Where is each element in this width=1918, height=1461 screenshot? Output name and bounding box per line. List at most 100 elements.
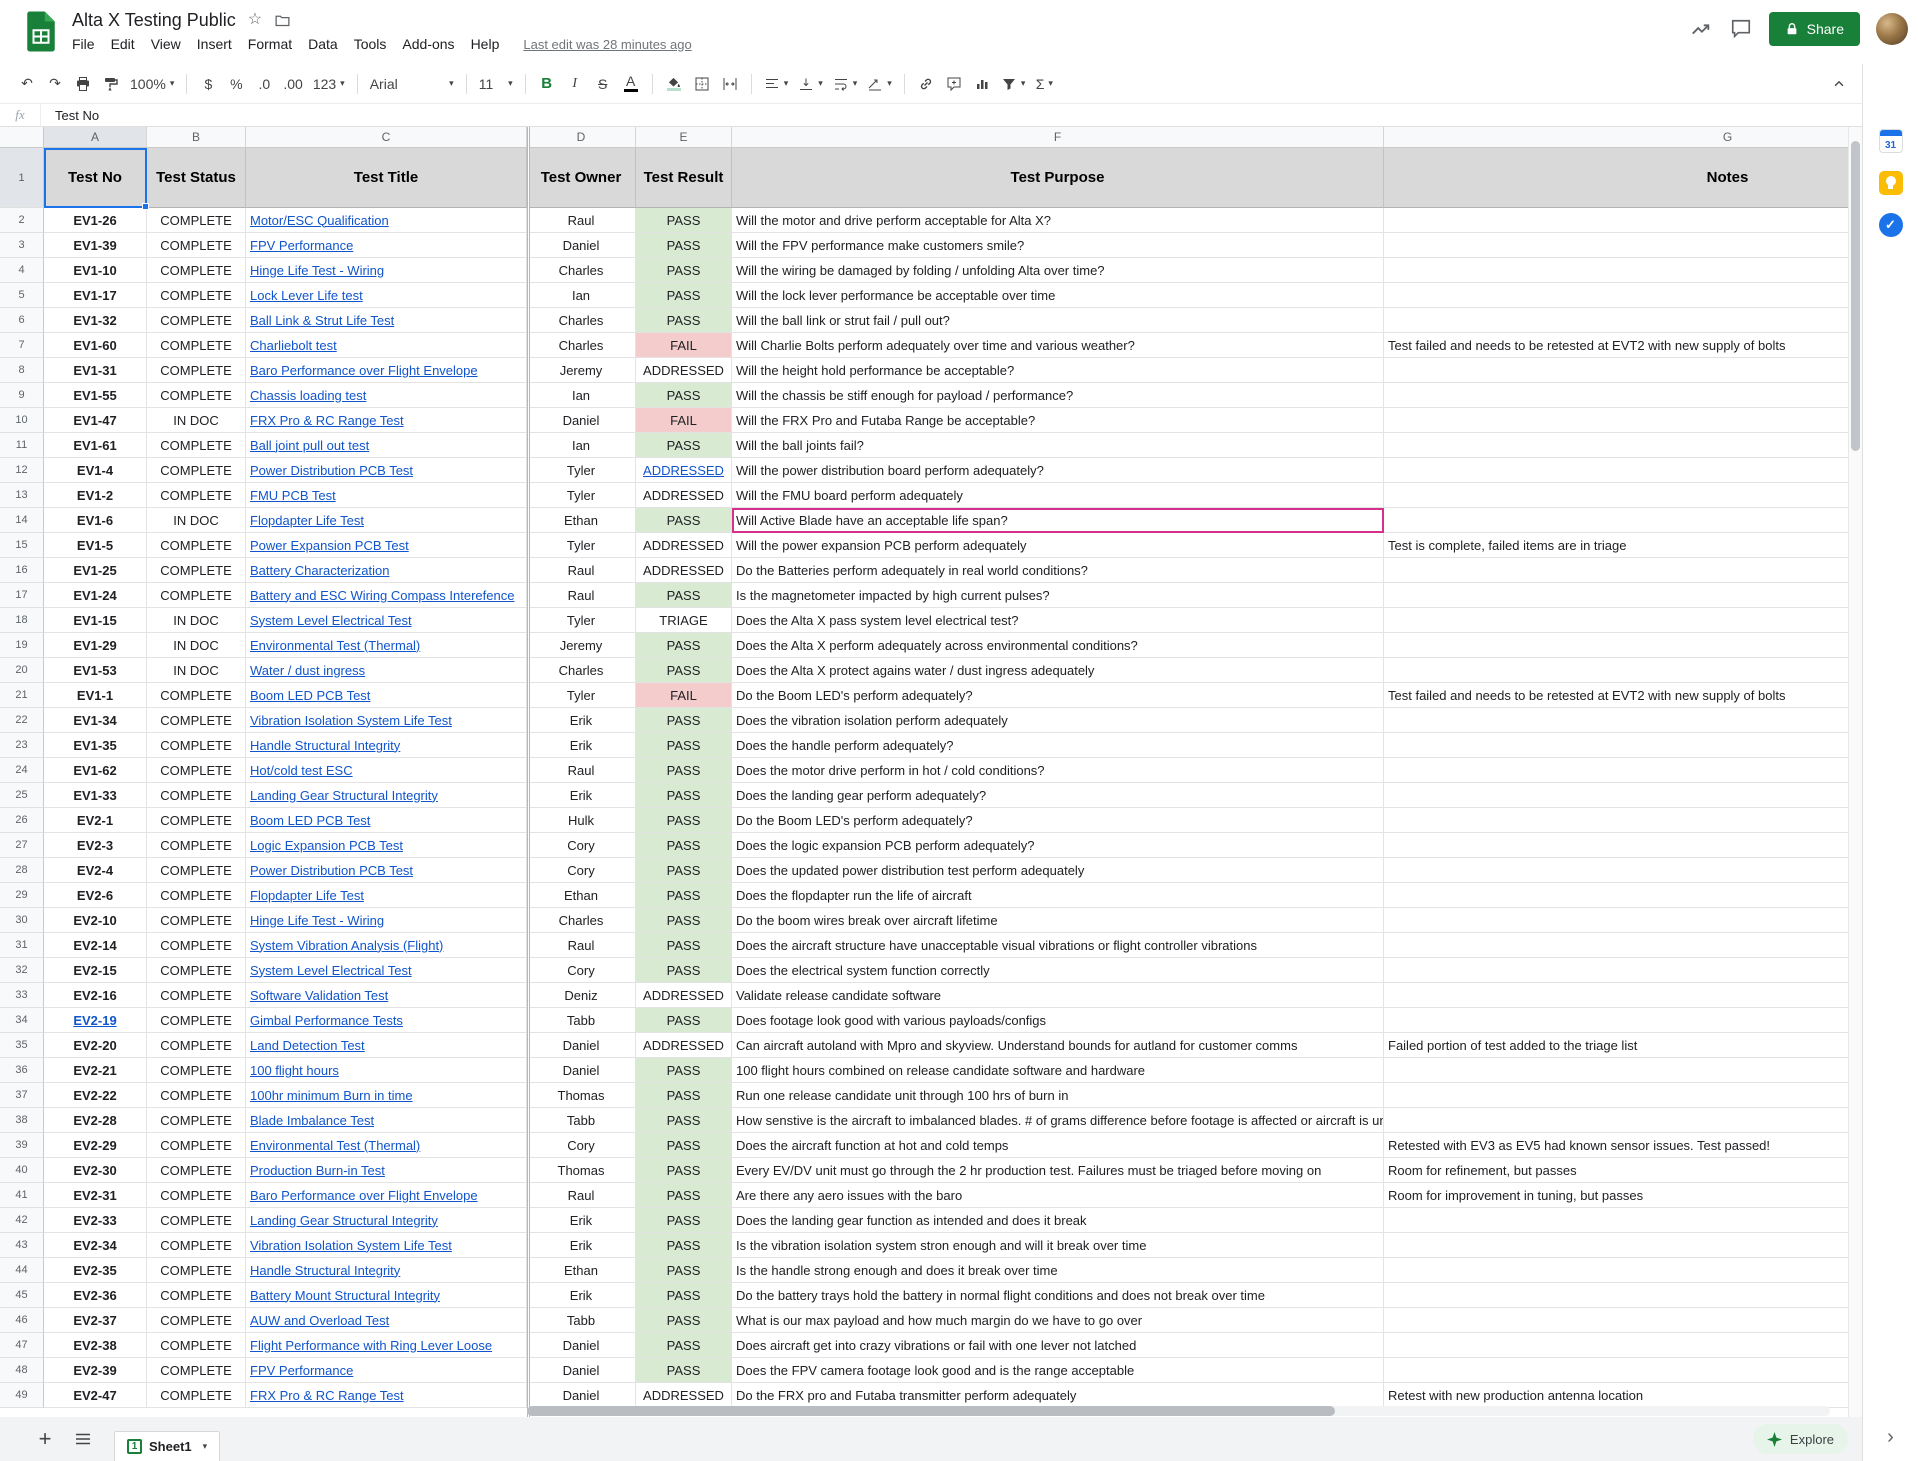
cell-F39[interactable]: Does the aircraft function at hot and co… — [732, 1133, 1384, 1158]
row-header-5[interactable]: 5 — [0, 283, 44, 308]
column-header-E[interactable]: E — [636, 127, 732, 148]
row-header-19[interactable]: 19 — [0, 633, 44, 658]
row-header-38[interactable]: 38 — [0, 1108, 44, 1133]
row-header-45[interactable]: 45 — [0, 1283, 44, 1308]
row-header-6[interactable]: 6 — [0, 308, 44, 333]
cell-E29[interactable]: PASS — [636, 883, 732, 908]
avatar[interactable] — [1876, 13, 1908, 45]
cell-G5[interactable] — [1384, 283, 1848, 308]
cell-C40[interactable]: Production Burn-in Test — [246, 1158, 527, 1183]
paint-format-button[interactable] — [98, 71, 124, 97]
row-header-26[interactable]: 26 — [0, 808, 44, 833]
cell-G1[interactable]: Notes — [1384, 148, 1848, 208]
cell-E28[interactable]: PASS — [636, 858, 732, 883]
cell-A37[interactable]: EV2-22 — [44, 1083, 147, 1108]
row-header-9[interactable]: 9 — [0, 383, 44, 408]
cell-D39[interactable]: Cory — [527, 1133, 636, 1158]
cell-F24[interactable]: Does the motor drive perform in hot / co… — [732, 758, 1384, 783]
row-header-35[interactable]: 35 — [0, 1033, 44, 1058]
cell-C1[interactable]: Test Title — [246, 148, 527, 208]
print-button[interactable] — [70, 71, 96, 97]
row-header-11[interactable]: 11 — [0, 433, 44, 458]
cell-link-C14[interactable]: Flopdapter Life Test — [250, 513, 364, 528]
cell-G2[interactable] — [1384, 208, 1848, 233]
cell-D47[interactable]: Daniel — [527, 1333, 636, 1358]
cell-link-C11[interactable]: Ball joint pull out test — [250, 438, 369, 453]
cell-C16[interactable]: Battery Characterization — [246, 558, 527, 583]
cell-G32[interactable] — [1384, 958, 1848, 983]
last-edit-link[interactable]: Last edit was 28 minutes ago — [523, 37, 691, 52]
cell-C6[interactable]: Ball Link & Strut Life Test — [246, 308, 527, 333]
row-header-29[interactable]: 29 — [0, 883, 44, 908]
cell-B44[interactable]: COMPLETE — [147, 1258, 246, 1283]
functions-button[interactable]: Σ ▾ — [1031, 71, 1057, 97]
cell-E37[interactable]: PASS — [636, 1083, 732, 1108]
cell-B38[interactable]: COMPLETE — [147, 1108, 246, 1133]
row-header-42[interactable]: 42 — [0, 1208, 44, 1233]
insert-comment-button[interactable] — [941, 71, 967, 97]
row-header-31[interactable]: 31 — [0, 933, 44, 958]
cell-G43[interactable] — [1384, 1233, 1848, 1258]
cell-F21[interactable]: Do the Boom LED's perform adequately? — [732, 683, 1384, 708]
cell-C23[interactable]: Handle Structural Integrity — [246, 733, 527, 758]
cell-G36[interactable] — [1384, 1058, 1848, 1083]
menu-data[interactable]: Data — [300, 33, 346, 55]
cell-B8[interactable]: COMPLETE — [147, 358, 246, 383]
cell-B33[interactable]: COMPLETE — [147, 983, 246, 1008]
cell-link-C49[interactable]: FRX Pro & RC Range Test — [250, 1388, 404, 1403]
cell-G21[interactable]: Test failed and needs to be retested at … — [1384, 683, 1848, 708]
percent-format-button[interactable]: % — [223, 71, 249, 97]
cell-G20[interactable] — [1384, 658, 1848, 683]
cell-F11[interactable]: Will the ball joints fail? — [732, 433, 1384, 458]
cell-A32[interactable]: EV2-15 — [44, 958, 147, 983]
column-header-D[interactable]: D — [527, 127, 636, 148]
cell-F19[interactable]: Does the Alta X perform adequately acros… — [732, 633, 1384, 658]
cell-E9[interactable]: PASS — [636, 383, 732, 408]
fill-handle[interactable] — [142, 203, 149, 210]
cell-G8[interactable] — [1384, 358, 1848, 383]
cell-A49[interactable]: EV2-47 — [44, 1383, 147, 1408]
cell-link-C29[interactable]: Flopdapter Life Test — [250, 888, 364, 903]
cell-F31[interactable]: Does the aircraft structure have unaccep… — [732, 933, 1384, 958]
cell-F43[interactable]: Is the vibration isolation system stron … — [732, 1233, 1384, 1258]
row-header-46[interactable]: 46 — [0, 1308, 44, 1333]
cell-E13[interactable]: ADDRESSED — [636, 483, 732, 508]
currency-format-button[interactable]: $ — [195, 71, 221, 97]
cell-F34[interactable]: Does footage look good with various payl… — [732, 1008, 1384, 1033]
column-header-C[interactable]: C — [246, 127, 527, 148]
cell-E43[interactable]: PASS — [636, 1233, 732, 1258]
cell-G6[interactable] — [1384, 308, 1848, 333]
cell-G22[interactable] — [1384, 708, 1848, 733]
cell-F27[interactable]: Does the logic expansion PCB perform ade… — [732, 833, 1384, 858]
keep-icon[interactable] — [1878, 170, 1904, 196]
text-color-button[interactable]: A — [618, 71, 644, 97]
cell-E11[interactable]: PASS — [636, 433, 732, 458]
cell-F35[interactable]: Can aircraft autoland with Mpro and skyv… — [732, 1033, 1384, 1058]
row-header-25[interactable]: 25 — [0, 783, 44, 808]
cell-C32[interactable]: System Level Electrical Test — [246, 958, 527, 983]
cell-G4[interactable] — [1384, 258, 1848, 283]
cell-C37[interactable]: 100hr minimum Burn in time — [246, 1083, 527, 1108]
cell-E24[interactable]: PASS — [636, 758, 732, 783]
cell-A11[interactable]: EV1-61 — [44, 433, 147, 458]
cell-B31[interactable]: COMPLETE — [147, 933, 246, 958]
cell-B34[interactable]: COMPLETE — [147, 1008, 246, 1033]
cell-F8[interactable]: Will the height hold performance be acce… — [732, 358, 1384, 383]
cell-G16[interactable] — [1384, 558, 1848, 583]
cell-D5[interactable]: Ian — [527, 283, 636, 308]
cell-C27[interactable]: Logic Expansion PCB Test — [246, 833, 527, 858]
cell-link-C23[interactable]: Handle Structural Integrity — [250, 738, 400, 753]
cell-C3[interactable]: FPV Performance — [246, 233, 527, 258]
row-header-37[interactable]: 37 — [0, 1083, 44, 1108]
cell-G17[interactable] — [1384, 583, 1848, 608]
cell-D19[interactable]: Jeremy — [527, 633, 636, 658]
cell-E32[interactable]: PASS — [636, 958, 732, 983]
cell-F26[interactable]: Do the Boom LED's perform adequately? — [732, 808, 1384, 833]
cell-A10[interactable]: EV1-47 — [44, 408, 147, 433]
menu-format[interactable]: Format — [240, 33, 300, 55]
cell-B17[interactable]: COMPLETE — [147, 583, 246, 608]
cell-G7[interactable]: Test failed and needs to be retested at … — [1384, 333, 1848, 358]
row-header-27[interactable]: 27 — [0, 833, 44, 858]
cell-B47[interactable]: COMPLETE — [147, 1333, 246, 1358]
document-title[interactable]: Alta X Testing Public — [72, 10, 236, 31]
